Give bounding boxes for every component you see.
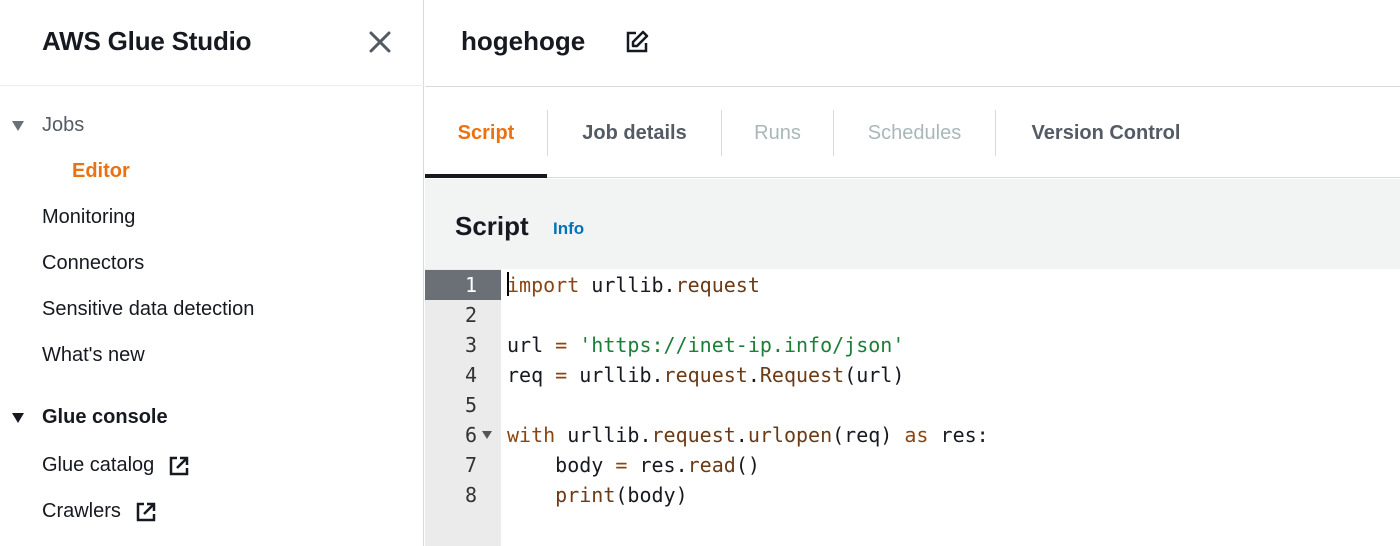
code-token: urllib. <box>579 273 676 297</box>
tab-script[interactable]: Script <box>425 110 547 156</box>
code-token: urllib. <box>567 363 664 387</box>
code-token: request <box>675 273 760 297</box>
script-title: Script <box>455 211 529 241</box>
info-link[interactable]: Info <box>553 219 584 239</box>
tab-schedules: Schedules <box>867 121 962 144</box>
external-link-icon <box>170 456 189 475</box>
fold-toggle-icon[interactable] <box>482 431 492 439</box>
job-name: hogehoge <box>461 26 586 56</box>
code-token: = <box>555 363 568 387</box>
code-token: print <box>555 483 616 507</box>
sidebar-section-jobs[interactable]: Jobs <box>12 114 84 137</box>
sidebar-item-crawlers[interactable]: Crawlers <box>42 500 157 523</box>
code-token: urllib. <box>555 423 652 447</box>
line-number: 5 <box>464 393 477 417</box>
code-token: body <box>507 453 616 477</box>
code-token: (req) <box>832 423 905 447</box>
job-tabs: Script Job details Runs Schedules Versio… <box>425 88 1400 178</box>
code-token: (body) <box>615 483 688 507</box>
code-editor[interactable]: 1 2 3 4 5 6 7 8 import urllib.request url = 'http… <box>425 269 1400 546</box>
code-token: . <box>747 363 760 387</box>
tab-version-control[interactable]: Version Control <box>996 110 1216 156</box>
sidebar-item-monitoring[interactable]: Monitoring <box>42 206 135 229</box>
code-line: import urllib.request <box>507 270 760 300</box>
edit-icon[interactable] <box>625 30 649 54</box>
code-token: request <box>651 423 736 447</box>
line-number: 8 <box>464 483 477 507</box>
tab-runs: Runs <box>754 121 801 144</box>
external-link-icon <box>136 502 156 521</box>
code-token: read <box>687 453 736 477</box>
code-line: with urllib.request.urlopen(req) as res: <box>507 420 989 450</box>
active-tab-indicator <box>425 174 547 178</box>
code-token: request <box>663 363 748 387</box>
code-token: req <box>507 363 556 387</box>
tab-job-details[interactable]: Job details <box>548 110 721 156</box>
line-number: 6 <box>464 423 477 447</box>
sidebar-item-whats-new[interactable]: What's new <box>42 344 145 367</box>
main-content: hogehoge Script Job details Runs Schedul… <box>425 0 1400 546</box>
sidebar-item-sensitive-data-detection[interactable]: Sensitive data detection <box>42 298 254 321</box>
sidebar-section-glue-console[interactable]: Glue console <box>12 406 168 429</box>
sidebar-item-glue-catalog[interactable]: Glue catalog <box>42 454 190 477</box>
code-token: () <box>735 453 760 477</box>
sidebar-item-label: Crawlers <box>42 500 121 522</box>
code-line: req = urllib.request.Request(url) <box>507 360 904 390</box>
code-token: url <box>507 333 556 357</box>
caret-down-icon <box>12 120 24 131</box>
job-header: hogehoge <box>425 0 1400 87</box>
line-number: 1 <box>425 270 501 300</box>
code-token: Request <box>759 363 845 387</box>
sidebar-section-label: Glue console <box>42 406 168 428</box>
sidebar-item-label: Glue catalog <box>42 454 155 476</box>
sidebar-title: AWS Glue Studio <box>42 26 252 56</box>
line-number: 2 <box>464 303 477 327</box>
code-token: = <box>615 453 628 477</box>
code-token: import <box>507 273 580 297</box>
code-line: print(body) <box>507 480 688 510</box>
code-token: 'https://inet-ip.info/json' <box>579 333 905 357</box>
sidebar-section-label: Jobs <box>42 114 85 136</box>
sidebar-header: AWS Glue Studio <box>0 0 424 86</box>
close-icon[interactable] <box>366 28 394 56</box>
code-token: as <box>904 423 929 447</box>
code-line: body = res.read() <box>507 450 760 480</box>
line-number: 7 <box>464 453 477 477</box>
code-token: with <box>507 423 556 447</box>
sidebar-item-editor[interactable]: Editor <box>72 160 130 183</box>
code-token: res. <box>627 453 688 477</box>
code-line: url = 'https://inet-ip.info/json' <box>507 330 904 360</box>
caret-down-icon <box>12 412 24 423</box>
code-token: = <box>555 333 568 357</box>
line-number: 3 <box>464 333 477 357</box>
code-token: . <box>735 423 748 447</box>
code-token: urlopen <box>747 423 833 447</box>
script-panel: Script Info 1 2 3 4 5 6 7 8 import urllib.reques… <box>425 179 1400 546</box>
code-token: res: <box>928 423 989 447</box>
sidebar-item-connectors[interactable]: Connectors <box>42 252 144 275</box>
line-number: 4 <box>464 363 477 387</box>
side-navigation: AWS Glue Studio Jobs Editor Monitoring C… <box>0 0 424 546</box>
code-token: (url) <box>844 363 905 387</box>
